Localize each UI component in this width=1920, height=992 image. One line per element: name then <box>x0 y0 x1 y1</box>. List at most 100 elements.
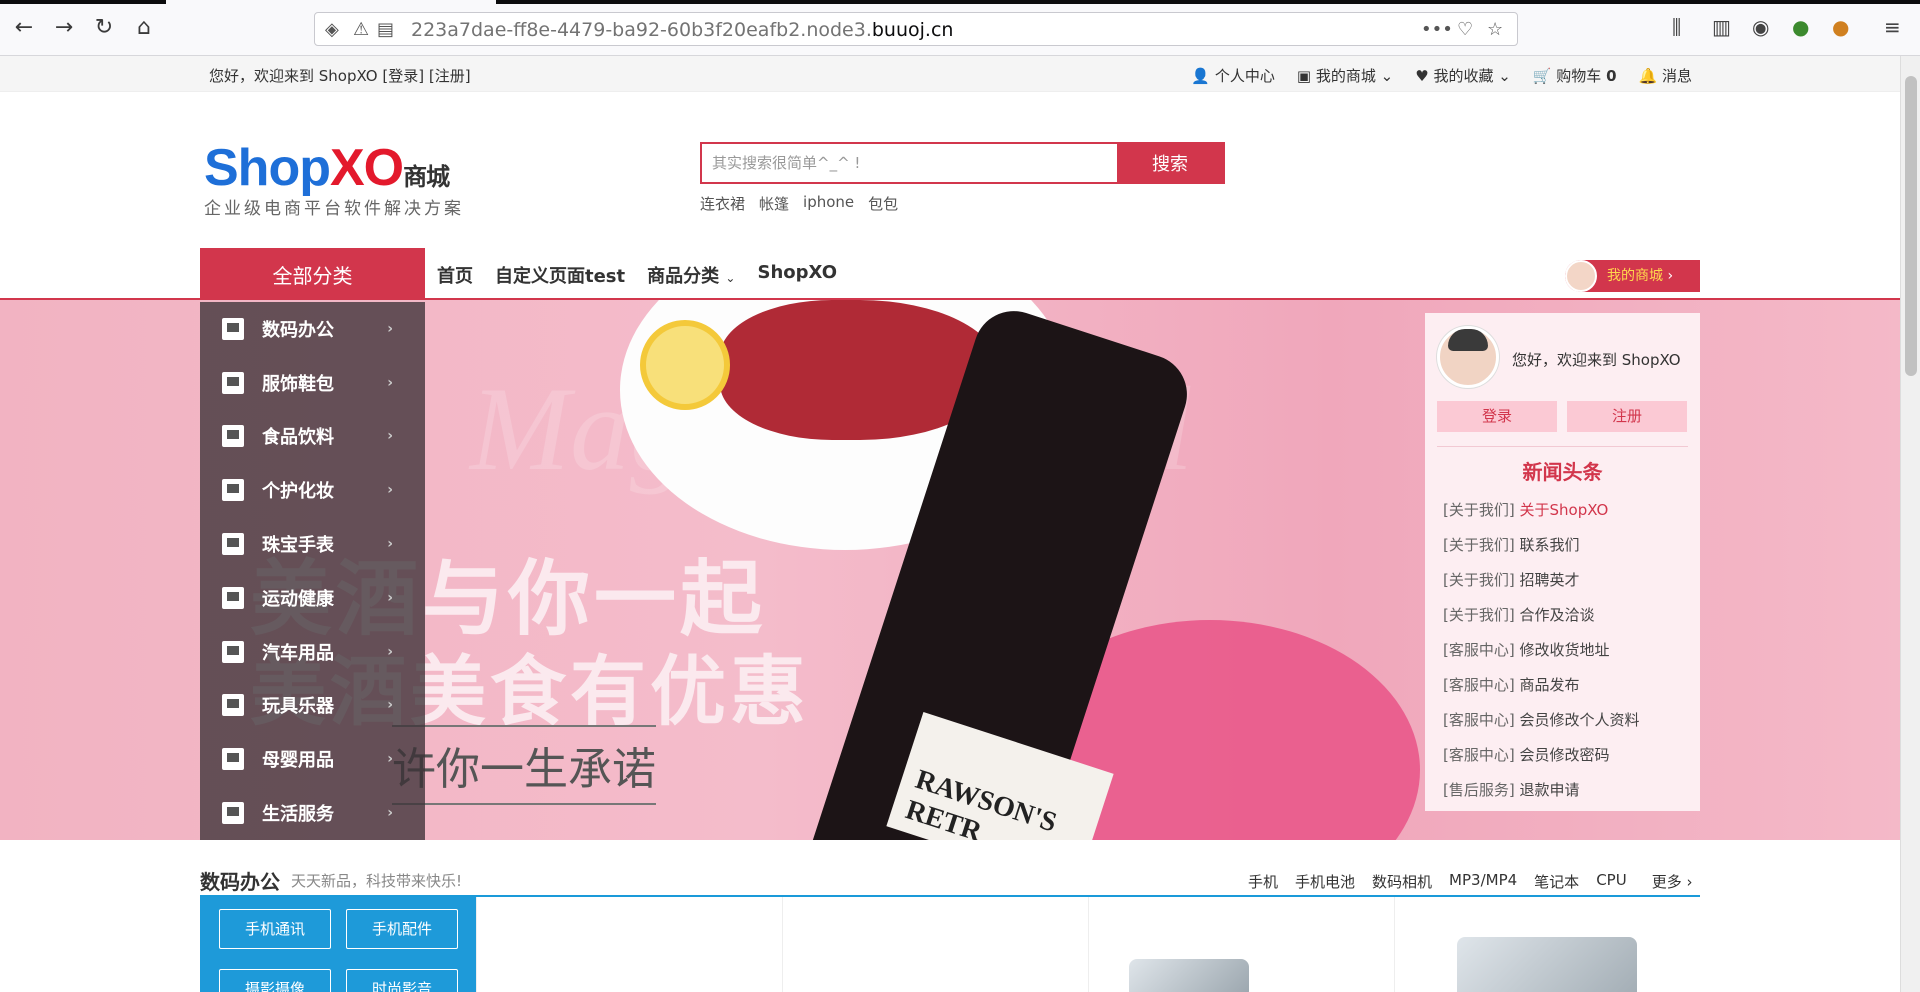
more-icon[interactable]: ••• <box>1421 19 1453 40</box>
floor-tag[interactable]: 手机配件 <box>346 909 458 949</box>
favorites-link[interactable]: ♥ 我的收藏 ⌄ <box>1415 65 1511 86</box>
home-icon[interactable]: ⌂ <box>130 14 158 42</box>
extension-icon[interactable]: ● <box>1792 15 1809 39</box>
floor-link[interactable]: 手机 <box>1248 871 1278 892</box>
floor-tag[interactable]: 手机通讯 <box>219 909 331 949</box>
category-item[interactable]: 珠宝手表 › <box>200 517 425 571</box>
scroll-thumb[interactable] <box>1905 76 1917 376</box>
product-card[interactable] <box>476 897 781 992</box>
cube-icon: ▣ <box>1296 67 1312 85</box>
user-icon: 👤 <box>1191 67 1211 85</box>
news-category: [客服中心] <box>1443 676 1515 694</box>
url-bar[interactable]: ◈ ⚠ ▤ 223a7dae-ff8e-4479-ba92-60b3f20eaf… <box>314 12 1518 46</box>
pocket-icon[interactable]: ♡ <box>1457 19 1473 40</box>
nav-items: 首页 自定义页面test 商品分类 ⌄ ShopXO <box>437 262 837 288</box>
personal-center-link[interactable]: 👤 个人中心 <box>1191 65 1274 86</box>
floor-more-link[interactable]: 更多 › <box>1652 871 1693 892</box>
back-icon[interactable]: ← <box>10 14 38 42</box>
menu-icon[interactable]: ≡ <box>1884 15 1901 39</box>
news-item[interactable]: [客服中心] 会员修改个人资料 <box>1443 703 1640 738</box>
floor-link[interactable]: 手机电池 <box>1295 871 1355 892</box>
search-box: 搜索 <box>700 142 1225 184</box>
site-topbar: 您好，欢迎来到 ShopXO [登录] [注册] 👤 个人中心 ▣ 我的商城 ⌄… <box>0 56 1900 92</box>
category-item[interactable]: 生活服务 › <box>200 786 425 840</box>
product-card[interactable] <box>1394 897 1699 992</box>
page-scrollbar[interactable] <box>1900 56 1920 992</box>
forward-icon[interactable]: → <box>50 14 78 42</box>
news-item[interactable]: [售后服务] 退款申请 <box>1443 773 1640 808</box>
floor-tag[interactable]: 时尚影音 <box>346 969 458 992</box>
library-icon[interactable]: ⫼ <box>1672 15 1681 39</box>
product-card[interactable] <box>782 897 1087 992</box>
insecure-icon[interactable]: ⚠ <box>353 19 369 40</box>
category-label: 汽车用品 <box>262 642 334 664</box>
floor-link[interactable]: MP3/MP4 <box>1449 871 1517 892</box>
floor-link[interactable]: 笔记本 <box>1534 871 1579 892</box>
welcome-text[interactable]: 您好，欢迎来到 ShopXO [登录] [注册] <box>209 65 471 86</box>
news-item[interactable]: [客服中心] 商品发布 <box>1443 668 1640 703</box>
sidebar-icon[interactable]: ▥ <box>1712 15 1731 39</box>
nav-item-categories[interactable]: 商品分类 ⌄ <box>647 262 735 288</box>
category-icon <box>222 586 244 609</box>
bookmark-star-icon[interactable]: ☆ <box>1487 19 1503 40</box>
floor-link[interactable]: CPU <box>1596 871 1627 892</box>
chevron-right-icon: › <box>387 536 393 553</box>
search-input[interactable] <box>702 144 1117 182</box>
avatar <box>1565 260 1597 292</box>
account-icon[interactable]: ◉ <box>1752 15 1769 39</box>
category-item[interactable]: 汽车用品 › <box>200 625 425 679</box>
my-mall-button[interactable]: 我的商城 › <box>1565 260 1700 292</box>
chevron-right-icon: › <box>387 751 393 768</box>
tab-strip <box>0 0 1920 4</box>
chevron-down-icon: ⌄ <box>1498 67 1511 85</box>
register-button[interactable]: 注册 <box>1567 401 1687 432</box>
news-item[interactable]: [关于我们] 合作及洽谈 <box>1443 598 1640 633</box>
news-title-text: 会员修改个人资料 <box>1519 711 1640 729</box>
news-item[interactable]: [关于我们] 关于ShopXO <box>1443 493 1640 528</box>
avatar <box>1437 326 1499 388</box>
floor-tag[interactable]: 摄影摄像 <box>219 969 331 992</box>
category-item[interactable]: 个护化妆 › <box>200 463 425 517</box>
chevron-right-icon: › <box>387 805 393 822</box>
login-button[interactable]: 登录 <box>1437 401 1557 432</box>
messages-link[interactable]: 🔔 消息 <box>1639 65 1692 86</box>
my-mall-link[interactable]: ▣ 我的商城 ⌄ <box>1297 65 1393 86</box>
news-category: [关于我们] <box>1443 606 1515 624</box>
news-category: [客服中心] <box>1443 641 1515 659</box>
monkey-extension-icon[interactable]: ● <box>1832 15 1849 39</box>
hot-word[interactable]: iphone <box>803 193 854 214</box>
category-item[interactable]: 玩具乐器 › <box>200 679 425 733</box>
news-item[interactable]: [关于我们] 联系我们 <box>1443 528 1640 563</box>
category-item[interactable]: 母婴用品 › <box>200 732 425 786</box>
cart-link[interactable]: 🛒 购物车 0 <box>1533 65 1617 86</box>
news-item[interactable]: [客服中心] 修改收货地址 <box>1443 633 1640 668</box>
category-item[interactable]: 服饰鞋包 › <box>200 356 425 410</box>
hot-word[interactable]: 包包 <box>868 193 898 214</box>
category-item[interactable]: 运动健康 › <box>200 571 425 625</box>
news-title-text: 招聘英才 <box>1519 571 1580 589</box>
search-button[interactable]: 搜索 <box>1117 144 1223 182</box>
news-title-text: 会员修改密码 <box>1519 746 1610 764</box>
nav-item-home[interactable]: 首页 <box>437 262 473 288</box>
active-tab[interactable] <box>166 0 496 4</box>
category-label: 数码办公 <box>262 319 334 341</box>
all-categories-button[interactable]: 全部分类 <box>200 248 425 300</box>
nav-item-shopxo[interactable]: ShopXO <box>757 262 837 288</box>
user-welcome: 您好，欢迎来到 ShopXO <box>1512 351 1681 369</box>
bell-icon: 🔔 <box>1638 67 1658 85</box>
news-item[interactable]: [关于我们] 招聘英才 <box>1443 563 1640 598</box>
news-title-text: 商品发布 <box>1519 676 1580 694</box>
reload-icon[interactable]: ↻ <box>90 14 118 42</box>
nav-item-custom-page[interactable]: 自定义页面test <box>495 262 625 288</box>
url-text[interactable]: 223a7dae-ff8e-4479-ba92-60b3f20eafb2.nod… <box>411 19 953 41</box>
category-item[interactable]: 食品饮料 › <box>200 410 425 464</box>
category-item[interactable]: 数码办公 › <box>200 302 425 356</box>
logo-mall: 商城 <box>403 164 450 191</box>
product-card[interactable] <box>1088 897 1393 992</box>
site-logo[interactable]: ShopXO商城 企业级电商平台软件解决方案 <box>204 138 464 219</box>
floor-link[interactable]: 数码相机 <box>1372 871 1432 892</box>
news-item[interactable]: [客服中心] 会员修改密码 <box>1443 738 1640 773</box>
hot-word[interactable]: 帐篷 <box>759 193 789 214</box>
shield-icon[interactable]: ◈ <box>325 19 339 40</box>
hot-word[interactable]: 连衣裙 <box>700 193 745 214</box>
